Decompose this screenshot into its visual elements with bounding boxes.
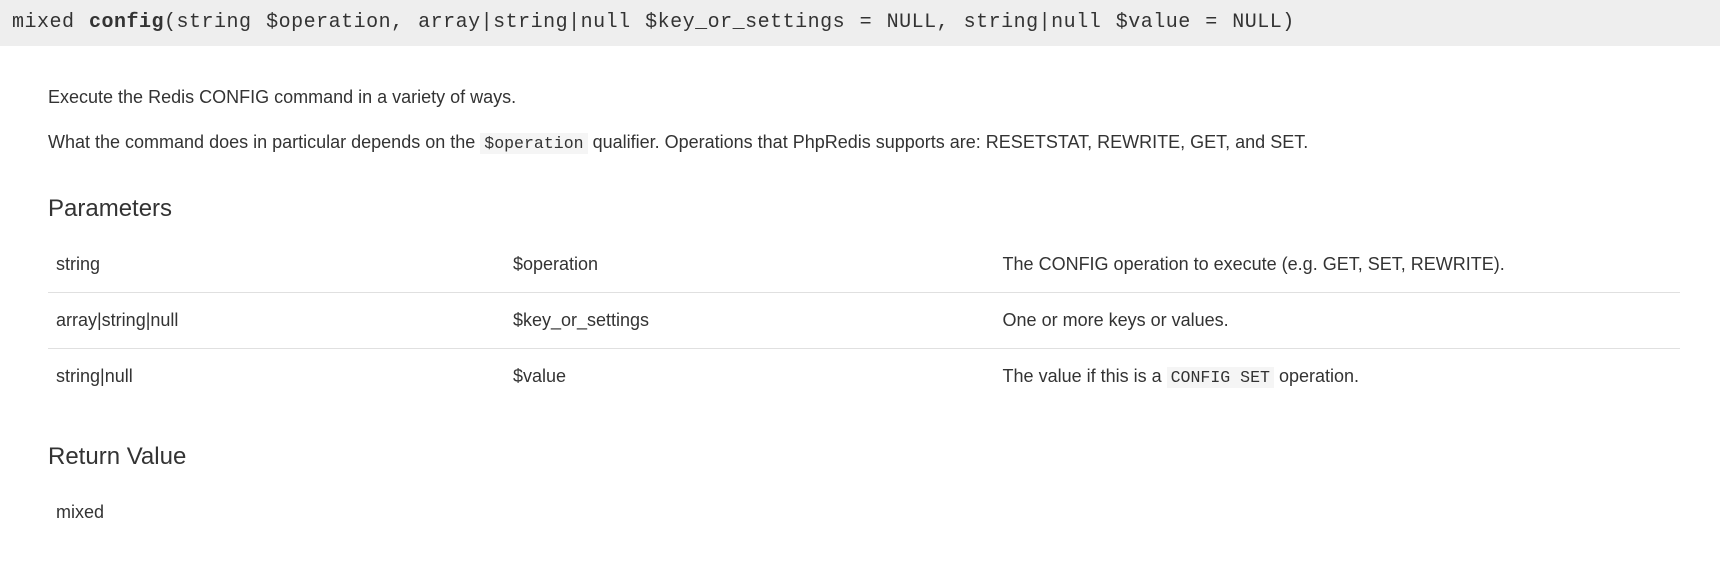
param-name: $key_or_settings: [505, 292, 995, 348]
content-area: Execute the Redis CONFIG command in a va…: [0, 46, 1720, 546]
param-name: $value: [505, 348, 995, 404]
param-desc-text: The value if this is a: [1003, 366, 1167, 386]
table-row: string$operationThe CONFIG operation to …: [48, 237, 1680, 293]
description: Execute the Redis CONFIG command in a va…: [48, 84, 1680, 157]
parameters-table: string$operationThe CONFIG operation to …: [48, 237, 1680, 405]
return-value: mixed: [48, 485, 1680, 526]
return-type: mixed: [12, 11, 75, 34]
description-text: qualifier. Operations that PhpRedis supp…: [588, 132, 1309, 152]
table-row: string|null$valueThe value if this is a …: [48, 348, 1680, 404]
param-type: array|string|null: [48, 292, 505, 348]
sig-params: (string $operation, array|string|null $k…: [164, 11, 1295, 34]
param-description: One or more keys or values.: [995, 292, 1680, 348]
param-description: The CONFIG operation to execute (e.g. GE…: [995, 237, 1680, 293]
param-desc-text: operation.: [1274, 366, 1359, 386]
param-type: string|null: [48, 348, 505, 404]
parameters-heading: Parameters: [48, 191, 1680, 227]
description-text: What the command does in particular depe…: [48, 132, 480, 152]
description-line-2: What the command does in particular depe…: [48, 129, 1680, 157]
param-type: string: [48, 237, 505, 293]
table-row: array|string|null$key_or_settingsOne or …: [48, 292, 1680, 348]
param-name: $operation: [505, 237, 995, 293]
description-line-1: Execute the Redis CONFIG command in a va…: [48, 84, 1680, 111]
method-name: config: [89, 11, 164, 34]
return-value-heading: Return Value: [48, 439, 1680, 475]
inline-code-operation: $operation: [480, 133, 587, 154]
inline-code: CONFIG SET: [1167, 367, 1274, 388]
method-signature: mixed config(string $operation, array|st…: [0, 0, 1720, 46]
param-description: The value if this is a CONFIG SET operat…: [995, 348, 1680, 404]
